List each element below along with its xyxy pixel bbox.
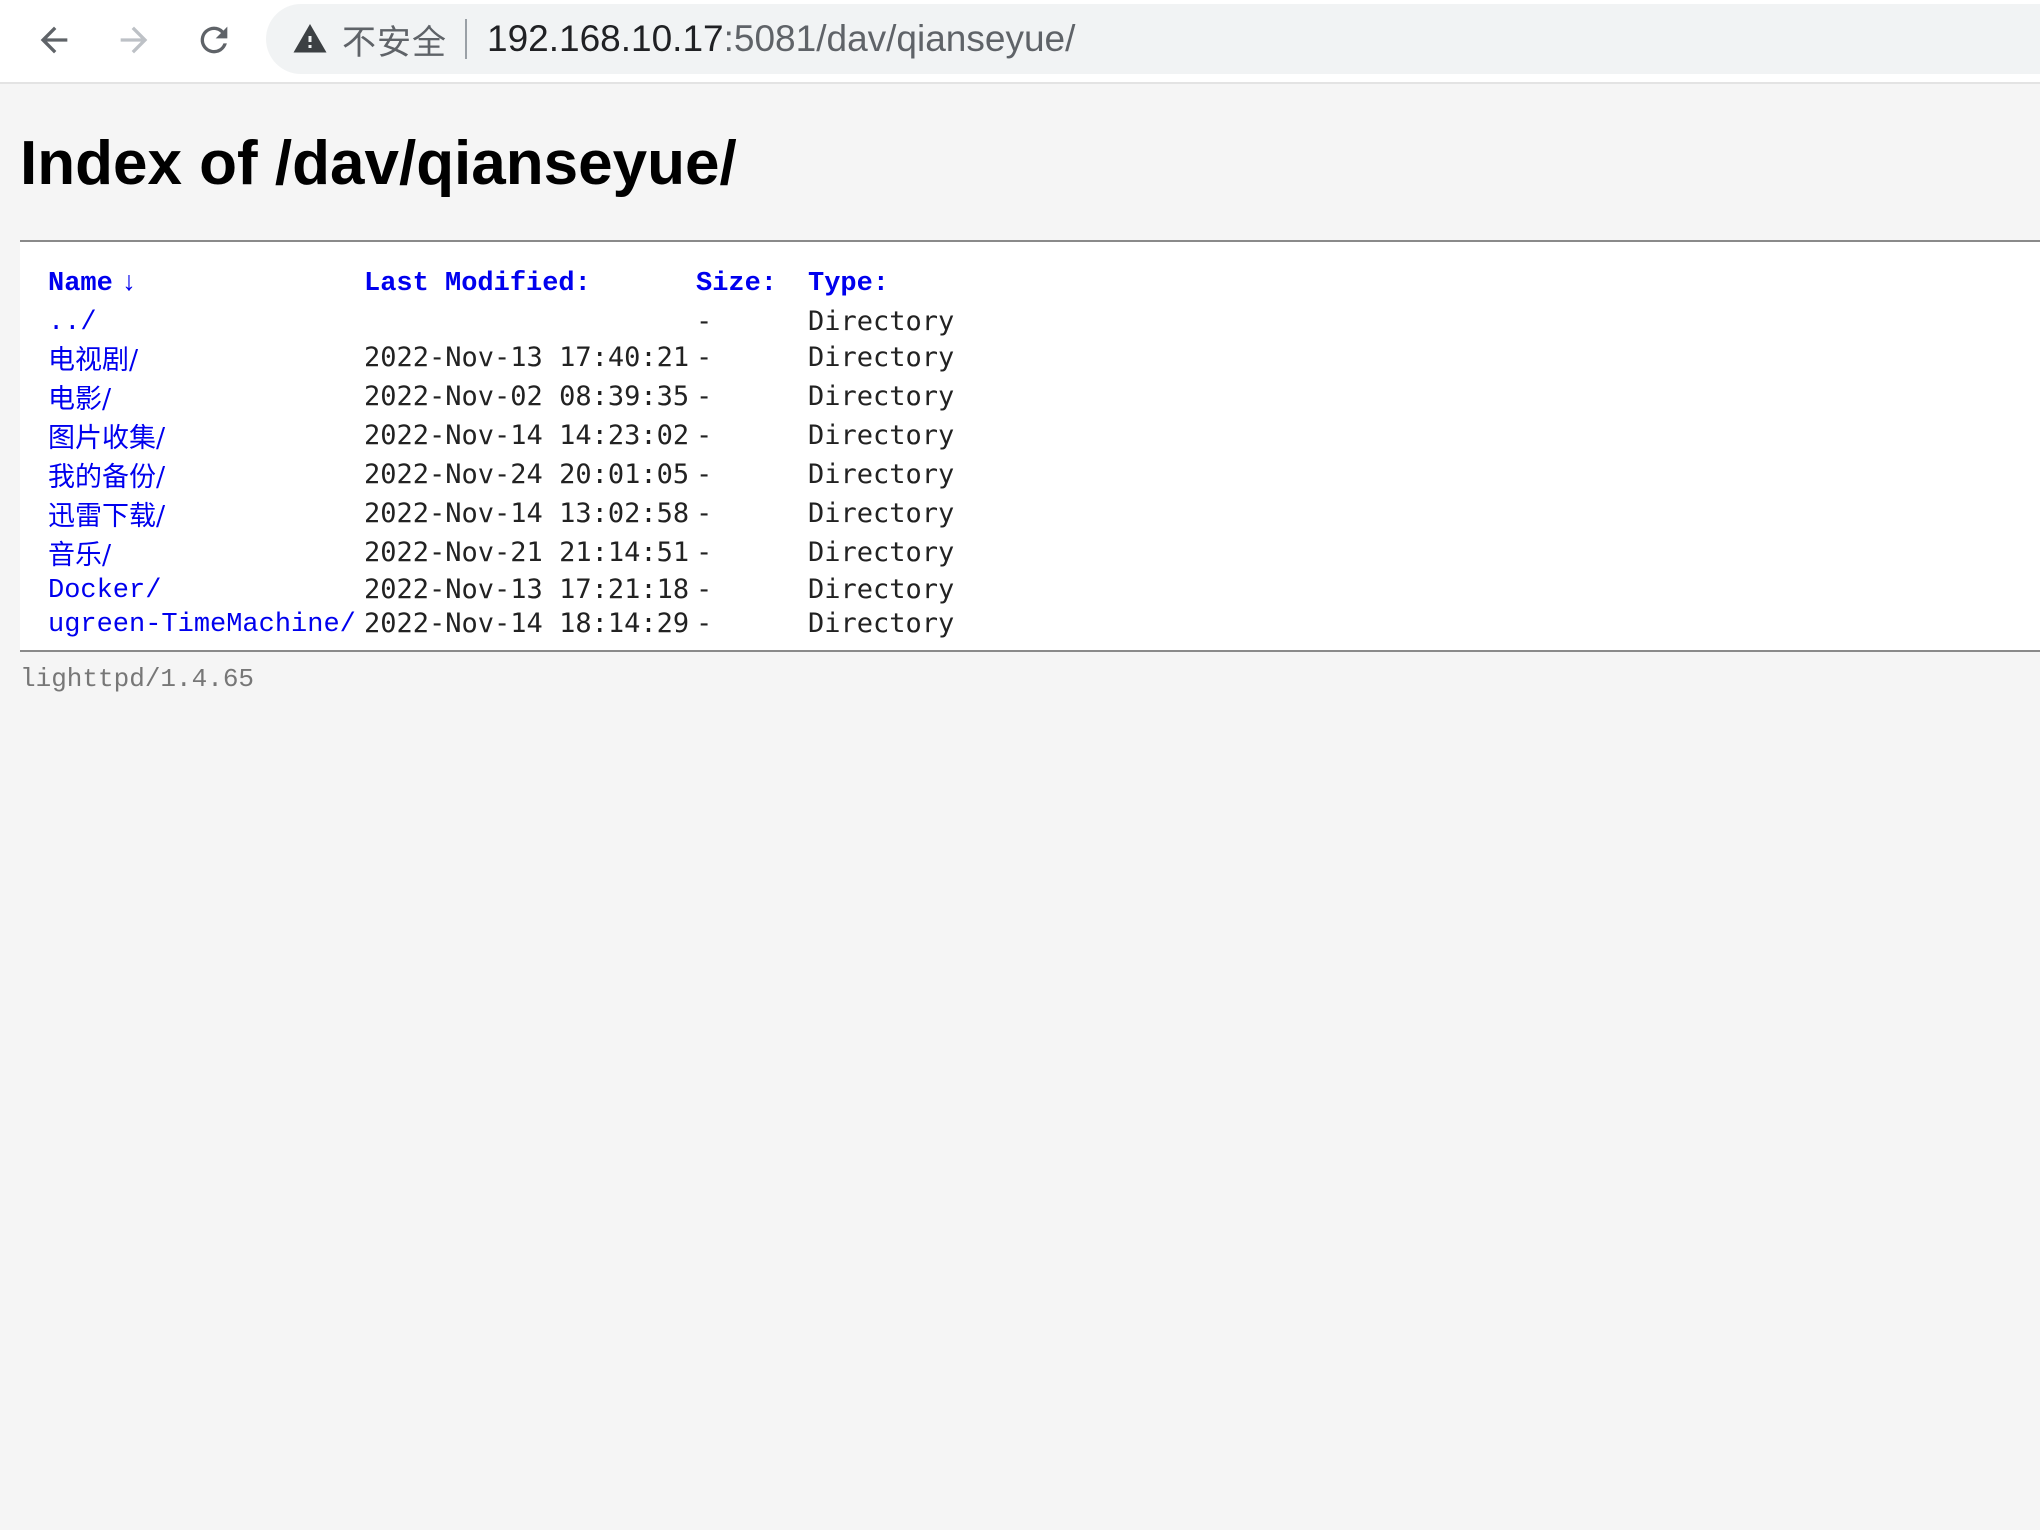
modified-cell: 2022-Nov-02 08:39:35 — [364, 381, 690, 412]
url-path[interactable]: :5081/dav/qianseyue/ — [724, 18, 1076, 60]
url-host[interactable]: 192.168.10.17 — [487, 18, 724, 60]
back-arrow-icon — [40, 26, 68, 54]
warning-triangle-icon[interactable] — [292, 21, 328, 57]
header-type[interactable]: Type: — [808, 264, 1008, 304]
modified-cell: 2022-Nov-13 17:21:18 — [364, 573, 690, 605]
sort-by-type-link[interactable]: Type: — [808, 269, 889, 299]
table-row: Docker/ 2022-Nov-13 17:21:18 - Directory — [48, 572, 1008, 606]
page-title: Index of /dav/qianseyue/ — [20, 129, 737, 198]
folder-link-xunlei-downloads[interactable]: 迅雷下载/ — [48, 501, 165, 532]
listing-header-row: Name ↓ Last Modified: Size: Type: — [48, 264, 1008, 304]
type-cell: Directory — [808, 305, 955, 337]
modified-cell: 2022-Nov-24 20:01:05 — [364, 459, 690, 490]
modified-cell: 2022-Nov-21 21:14:51 — [364, 537, 690, 568]
browser-toolbar: 不安全 192.168.10.17:5081/dav/qianseyue/ — [0, 0, 2040, 84]
address-divider — [465, 19, 467, 59]
parent-directory-link[interactable]: ../ — [48, 308, 97, 338]
size-cell: - — [696, 537, 713, 568]
header-name[interactable]: Name ↓ — [48, 264, 364, 304]
sort-by-modified-link[interactable]: Last Modified: — [364, 269, 591, 299]
folder-link-pictures[interactable]: 图片收集/ — [48, 423, 165, 454]
size-cell: - — [696, 381, 713, 412]
type-cell: Directory — [808, 607, 955, 639]
type-cell: Directory — [808, 420, 955, 451]
size-cell: - — [696, 573, 713, 605]
back-button[interactable] — [26, 12, 82, 68]
listing-body: ../ - Directory 电视剧/ 2022-Nov-13 17:40:2… — [48, 304, 1008, 640]
table-row: 电影/ 2022-Nov-02 08:39:35 - Directory — [48, 377, 1008, 416]
modified-cell: 2022-Nov-13 17:40:21 — [364, 342, 690, 373]
folder-link-docker[interactable]: Docker/ — [48, 576, 161, 606]
folder-link-timemachine[interactable]: ugreen-TimeMachine/ — [48, 610, 356, 640]
size-cell: - — [696, 420, 713, 451]
type-cell: Directory — [808, 537, 955, 568]
modified-cell: 2022-Nov-14 14:23:02 — [364, 420, 690, 451]
security-status-label[interactable]: 不安全 — [342, 15, 447, 64]
table-row: 我的备份/ 2022-Nov-24 20:01:05 - Directory — [48, 455, 1008, 494]
size-cell: - — [696, 498, 713, 529]
forward-button[interactable] — [106, 12, 162, 68]
server-signature: lighttpd/1.4.65 — [20, 664, 255, 694]
type-cell: Directory — [808, 381, 955, 412]
size-cell: - — [696, 342, 713, 373]
forward-arrow-icon — [120, 26, 148, 54]
folder-link-tv-series[interactable]: 电视剧/ — [48, 345, 138, 376]
modified-cell: 2022-Nov-14 13:02:58 — [364, 498, 690, 529]
type-cell: Directory — [808, 573, 955, 605]
size-cell: - — [696, 459, 713, 490]
address-bar[interactable]: 不安全 192.168.10.17:5081/dav/qianseyue/ — [266, 4, 2040, 74]
sort-down-arrow-icon[interactable]: ↓ — [121, 269, 137, 299]
folder-link-music[interactable]: 音乐/ — [48, 540, 111, 571]
listing-table: Name ↓ Last Modified: Size: Type: ../ - D… — [48, 264, 1008, 640]
modified-cell — [364, 304, 696, 338]
header-size[interactable]: Size: — [696, 264, 808, 304]
type-cell: Directory — [808, 342, 955, 373]
table-row: 音乐/ 2022-Nov-21 21:14:51 - Directory — [48, 533, 1008, 572]
table-row: 图片收集/ 2022-Nov-14 14:23:02 - Directory — [48, 416, 1008, 455]
folder-link-movies[interactable]: 电影/ — [48, 384, 111, 415]
sort-by-size-link[interactable]: Size: — [696, 269, 777, 299]
folder-link-my-backups[interactable]: 我的备份/ — [48, 462, 165, 493]
table-row: ../ - Directory — [48, 304, 1008, 338]
table-row: 电视剧/ 2022-Nov-13 17:40:21 - Directory — [48, 338, 1008, 377]
size-cell: - — [696, 305, 713, 337]
type-cell: Directory — [808, 459, 955, 490]
header-last-modified[interactable]: Last Modified: — [364, 264, 696, 304]
type-cell: Directory — [808, 498, 955, 529]
table-row: ugreen-TimeMachine/ 2022-Nov-14 18:14:29… — [48, 606, 1008, 640]
table-row: 迅雷下载/ 2022-Nov-14 13:02:58 - Directory — [48, 494, 1008, 533]
sort-by-name-link[interactable]: Name — [48, 269, 113, 299]
modified-cell: 2022-Nov-14 18:14:29 — [364, 607, 690, 639]
reload-icon — [200, 26, 228, 54]
size-cell: - — [696, 607, 713, 639]
reload-button[interactable] — [186, 12, 242, 68]
directory-listing: Name ↓ Last Modified: Size: Type: ../ - D… — [20, 240, 2040, 652]
